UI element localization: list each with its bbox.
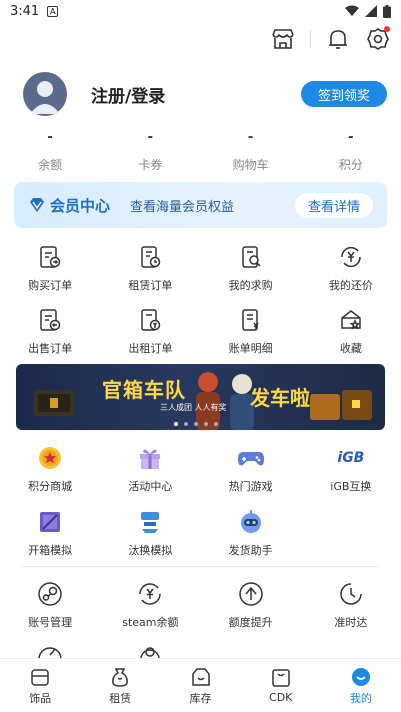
tab-cdk[interactable]: CDK xyxy=(241,659,321,712)
yen-refresh-icon xyxy=(337,243,365,271)
tab-inventory[interactable]: 库存 xyxy=(160,659,240,712)
banner-crate-left-icon xyxy=(34,390,74,416)
orders-row-1: 购买订单 租赁订单 我的求购 我的还价 xyxy=(0,243,401,293)
grid-item-credit-increase[interactable]: 额度提升 xyxy=(201,580,301,630)
grid-item-purchase-orders[interactable]: 购买订单 xyxy=(0,243,100,293)
promo-banner[interactable]: 官箱车队 发车啦 三人成团 人人有奖 xyxy=(16,364,385,430)
grid-item-hot-games[interactable]: 热门游戏 xyxy=(201,444,301,494)
box-star-icon xyxy=(337,306,365,334)
clock-icon xyxy=(337,580,365,608)
box-tab-icon xyxy=(29,666,51,688)
banner-dot[interactable] xyxy=(184,422,188,426)
grid-item-bill-details[interactable]: 账单明细 xyxy=(201,306,301,356)
top-divider xyxy=(310,30,311,48)
section-divider xyxy=(22,566,379,567)
grid-item-account-management[interactable]: 账号管理 xyxy=(0,580,100,630)
bottom-tab-bar: 饰品 租赁 库存 CDK 我的 xyxy=(0,658,401,712)
settings-icon[interactable] xyxy=(365,26,391,52)
orders-row-2: 出售订单 出租订单 账单明细 收藏 xyxy=(0,306,401,356)
igb-logo-icon: iGB xyxy=(337,450,365,466)
login-link[interactable]: 注册/登录 xyxy=(91,82,165,107)
store-icon[interactable] xyxy=(270,26,296,52)
bell-icon[interactable] xyxy=(325,26,351,52)
banner-tagline: 三人成团 人人有奖 xyxy=(160,403,227,412)
banner-dot[interactable] xyxy=(194,422,198,426)
points-star-icon xyxy=(36,444,64,472)
banner-title-right: 发车啦 xyxy=(250,386,310,410)
doc-yen-icon xyxy=(136,306,164,334)
grid-item-shipping-assistant[interactable]: 发货助手 xyxy=(201,508,301,558)
signal-icon xyxy=(365,5,377,17)
robot-icon xyxy=(237,508,265,536)
stat-coupons[interactable]: - 卡券 xyxy=(100,130,200,173)
tab-skins[interactable]: 饰品 xyxy=(0,659,80,712)
bag-tab-icon xyxy=(109,666,131,688)
grid-item-on-time[interactable]: 准时达 xyxy=(301,580,401,630)
inventory-tab-icon xyxy=(190,666,212,688)
grid-item-points-mall[interactable]: 积分商城 xyxy=(0,444,100,494)
grid-item-activity-center[interactable]: 活动中心 xyxy=(100,444,200,494)
doc-back-icon xyxy=(36,306,64,334)
wifi-icon xyxy=(345,5,359,16)
banner-dot[interactable] xyxy=(174,422,178,426)
banner-title-left: 官箱车队 xyxy=(102,378,186,402)
diamond-icon xyxy=(30,198,44,212)
gamepad-icon xyxy=(237,444,265,472)
profile-header: 注册/登录 签到领奖 xyxy=(23,72,387,116)
doc-clock-icon xyxy=(136,243,164,271)
grid-item-case-opening-sim[interactable]: 开箱模拟 xyxy=(0,508,100,558)
grid-item-sale-orders[interactable]: 出售订单 xyxy=(0,306,100,356)
banner-pagination xyxy=(174,422,218,426)
member-center-card[interactable]: 会员中心 查看海量会员权益 查看详情 xyxy=(14,182,387,228)
profile-tab-icon xyxy=(350,666,372,688)
up-circle-icon xyxy=(237,580,265,608)
notification-a-icon: A xyxy=(47,5,59,17)
grid-item-my-counteroffers[interactable]: 我的还价 xyxy=(301,243,401,293)
gift-icon xyxy=(136,444,164,472)
banner-crate-right-icon xyxy=(310,390,372,420)
exchange-icon xyxy=(136,508,164,536)
stat-points[interactable]: - 积分 xyxy=(301,130,401,173)
doc-search-icon xyxy=(237,243,265,271)
cdk-tab-icon xyxy=(270,667,292,689)
top-actions xyxy=(270,26,391,52)
services-row-2: 开箱模拟 汰换模拟 发货助手 xyxy=(0,508,401,558)
battery-icon xyxy=(383,4,391,18)
member-title: 会员中心 xyxy=(50,196,111,215)
grid-item-my-requests[interactable]: 我的求购 xyxy=(201,243,301,293)
tab-mine[interactable]: 我的 xyxy=(321,659,401,712)
account-stats: - 余额 - 卡券 - 购物车 - 积分 xyxy=(0,130,401,173)
services-row-1: 积分商城 活动中心 热门游戏 iGB iGB互换 xyxy=(0,444,401,494)
stat-cart[interactable]: - 购物车 xyxy=(201,130,301,173)
grid-item-steam-balance[interactable]: steam余额 xyxy=(100,580,200,630)
crate-icon xyxy=(36,508,64,536)
doc-arrow-icon xyxy=(36,243,64,271)
tab-rental[interactable]: 租赁 xyxy=(80,659,160,712)
member-subtitle: 查看海量会员权益 xyxy=(130,199,235,215)
status-bar: 3:41 A xyxy=(0,0,401,22)
avatar[interactable] xyxy=(23,72,67,116)
grid-item-favorites[interactable]: 收藏 xyxy=(301,306,401,356)
account-row: 账号管理 steam余额 额度提升 准时达 xyxy=(0,580,401,630)
sign-in-reward-button[interactable]: 签到领奖 xyxy=(301,81,387,107)
grid-item-rental-orders[interactable]: 租赁订单 xyxy=(100,243,200,293)
banner-dot[interactable] xyxy=(204,422,208,426)
stat-balance[interactable]: - 余额 xyxy=(0,130,100,173)
grid-item-trade-up-sim[interactable]: 汰换模拟 xyxy=(100,508,200,558)
member-details-button[interactable]: 查看详情 xyxy=(295,192,373,218)
steam-icon xyxy=(36,580,64,608)
grid-item-lease-orders[interactable]: 出租订单 xyxy=(100,306,200,356)
bill-icon xyxy=(237,306,265,334)
status-time: 3:41 xyxy=(10,3,40,19)
yen-cycle-icon xyxy=(136,580,164,608)
settings-badge xyxy=(384,26,390,32)
grid-item-igb-exchange[interactable]: iGB iGB互换 xyxy=(301,444,401,494)
banner-dot[interactable] xyxy=(214,422,218,426)
